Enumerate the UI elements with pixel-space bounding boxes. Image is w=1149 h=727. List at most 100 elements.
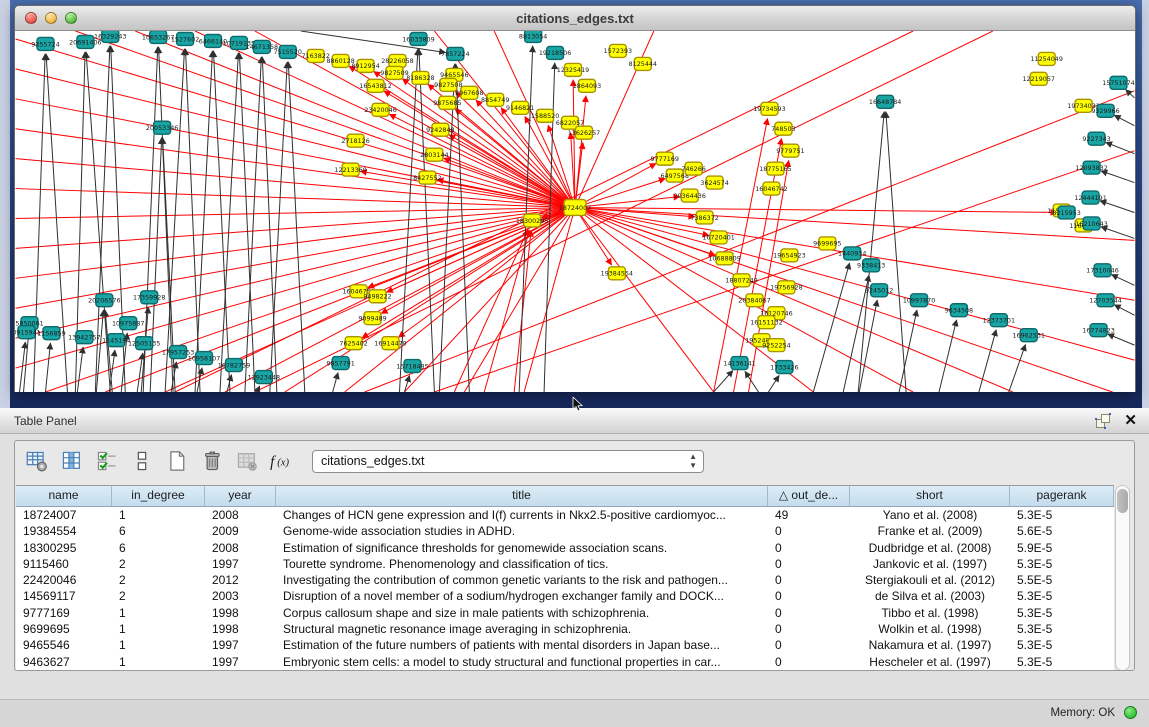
graph-node[interactable]: 15751074	[1102, 76, 1134, 89]
graph-node[interactable]: 9099489	[358, 312, 386, 325]
graph-node[interactable]: 12325419	[557, 63, 589, 76]
network-canvas[interactable]: 1830029571638228860128891295428226058982…	[15, 31, 1135, 392]
graph-node[interactable]: 16033809	[402, 32, 434, 45]
window-titlebar[interactable]: citations_edges.txt	[15, 6, 1135, 31]
graph-node[interactable]: 9329966	[1091, 104, 1119, 117]
column-header-year[interactable]: year	[205, 486, 276, 506]
graph-node[interactable]: 7625402	[339, 337, 367, 350]
delete-table-icon[interactable]	[234, 448, 260, 474]
float-panel-icon[interactable]	[1095, 413, 1111, 429]
graph-node[interactable]: 18807249	[725, 274, 757, 287]
graph-node[interactable]: 9779751	[776, 144, 804, 157]
row-select-icon[interactable]	[94, 448, 120, 474]
graph-node[interactable]: 10958107	[188, 352, 220, 365]
graph-node[interactable]: 2718126	[341, 134, 369, 147]
graph-node[interactable]: 20384067	[738, 294, 770, 307]
graph-node[interactable]: 19218506	[539, 46, 571, 59]
graph-node[interactable]: 1527602	[171, 32, 199, 45]
column-header-out_de[interactable]: △ out_de...	[768, 486, 850, 506]
graph-node[interactable]: 748503	[771, 122, 795, 135]
table-row[interactable]: 969969511998Structural magnetic resonanc…	[16, 621, 1114, 637]
table-row[interactable]: 1456911722003Disruption of a novel membe…	[16, 588, 1114, 604]
graph-node[interactable]: 12703544	[1089, 294, 1121, 307]
graph-node[interactable]: 8186328	[406, 71, 434, 84]
graph-node[interactable]: 1733426	[770, 361, 798, 374]
column-header-short[interactable]: short	[850, 486, 1010, 506]
column-select-icon[interactable]	[59, 448, 85, 474]
graph-node[interactable]: 9252254	[762, 339, 790, 352]
graph-node[interactable]: 17359928	[133, 291, 165, 304]
graph-node[interactable]: 746266	[681, 162, 705, 175]
graph-node[interactable]: 9827509	[380, 66, 408, 79]
graph-node[interactable]: 12093832	[1075, 161, 1107, 174]
graph-node[interactable]: 7857224	[441, 47, 469, 60]
graph-node[interactable]: 19734593	[753, 102, 785, 115]
column-header-name[interactable]: name	[16, 486, 112, 506]
graph-node[interactable]: 3624574	[700, 176, 728, 189]
graph-node[interactable]: 1864093	[573, 79, 601, 92]
graph-node[interactable]: 9245012	[865, 284, 893, 297]
graph-node[interactable]: 13942757	[68, 331, 100, 344]
scrollbar-thumb[interactable]	[1117, 489, 1128, 513]
graph-node[interactable]: 9777169	[651, 152, 679, 165]
graph-node[interactable]: 12444191	[1074, 191, 1106, 204]
graph-node[interactable]: 11254049	[1030, 52, 1062, 65]
graph-node[interactable]: 10653267	[142, 31, 174, 43]
graph-node[interactable]: 10975887	[112, 317, 144, 330]
function-builder-icon[interactable]: f(x)	[269, 448, 295, 474]
graph-node[interactable]: 16720401	[702, 231, 734, 244]
table-row[interactable]: 911546021997Tourette syndrome. Phenomeno…	[16, 556, 1114, 572]
graph-node[interactable]: 2803144	[420, 148, 448, 161]
graph-node[interactable]: 7386372	[690, 211, 718, 224]
table-row[interactable]: 1872400712008Changes of HCN gene express…	[16, 507, 1114, 523]
graph-node[interactable]: 20053346	[146, 121, 178, 134]
graph-node[interactable]: 20206576	[88, 294, 120, 307]
table-row[interactable]: 1830029562008Estimation of significance …	[16, 540, 1114, 556]
graph-node[interactable]: 23420046	[364, 103, 396, 116]
graph-node[interactable]: 17310046	[1086, 264, 1118, 277]
table-row[interactable]: 2242004622012Investigating the contribut…	[16, 572, 1114, 588]
graph-node[interactable]: 7515520	[274, 45, 302, 58]
graph-node[interactable]: 13626257	[568, 126, 600, 139]
graph-node[interactable]: 18724007	[559, 200, 591, 216]
graph-node[interactable]: 12373701	[983, 314, 1015, 327]
column-header-pagerank[interactable]: pagerank	[1010, 486, 1114, 506]
graph-node[interactable]: 1440934	[838, 247, 866, 260]
table-select-dropdown[interactable]: citations_edges.txt▲▼	[312, 450, 704, 473]
graph-node[interactable]: 12219057	[1022, 72, 1054, 85]
graph-node[interactable]: 14136141	[723, 357, 755, 370]
graph-node[interactable]: 28226058	[381, 54, 413, 67]
table-row[interactable]: 946362711997Embryonic stem cells: a mode…	[16, 654, 1114, 670]
graph-node[interactable]: 1572393	[604, 44, 632, 57]
graph-node[interactable]: 9355724	[31, 37, 59, 50]
column-header-title[interactable]: title	[276, 486, 768, 506]
graph-node[interactable]: 20364436	[673, 189, 705, 202]
table-row[interactable]: 946554611997Estimation of the future num…	[16, 637, 1114, 653]
graph-node[interactable]: 16151132	[750, 316, 782, 329]
dropdown-stepper-icon[interactable]: ▲▼	[689, 452, 697, 470]
column-header-in_degree[interactable]: in_degree	[112, 486, 205, 506]
table-settings-icon[interactable]	[24, 448, 50, 474]
table-mode-icon[interactable]	[129, 448, 155, 474]
graph-node[interactable]: 8813054	[519, 31, 547, 42]
graph-node[interactable]: 16782759	[218, 359, 250, 372]
node-table[interactable]: namein_degreeyeartitle△ out_de...shortpa…	[16, 485, 1114, 670]
graph-node[interactable]: 2967608	[455, 86, 483, 99]
graph-node[interactable]: 1156859	[37, 327, 65, 340]
delete-rows-icon[interactable]	[199, 448, 225, 474]
graph-node[interactable]: 9857791	[326, 357, 354, 370]
table-row[interactable]: 977716911998Corpus callosum shape and si…	[16, 605, 1114, 621]
table-scrollbar[interactable]	[1115, 485, 1130, 671]
table-row[interactable]: 1938455462009Genome-wide association stu…	[16, 523, 1114, 539]
graph-node[interactable]: 9338413	[857, 259, 885, 272]
graph-node[interactable]: 8125444	[629, 57, 657, 70]
graph-node[interactable]: 16648784	[869, 95, 901, 108]
graph-node[interactable]: 19654923	[773, 249, 805, 262]
citation-graph[interactable]: 1830029571638228860128891295428226058982…	[15, 31, 1135, 392]
graph-node[interactable]: 9242848	[426, 123, 454, 136]
graph-node[interactable]: 8427552	[413, 171, 441, 184]
new-table-icon[interactable]	[164, 448, 190, 474]
graph-node[interactable]: 16962531	[1013, 329, 1045, 342]
graph-node[interactable]: 12505135	[128, 337, 160, 350]
graph-node[interactable]: 9227343	[1082, 132, 1110, 145]
